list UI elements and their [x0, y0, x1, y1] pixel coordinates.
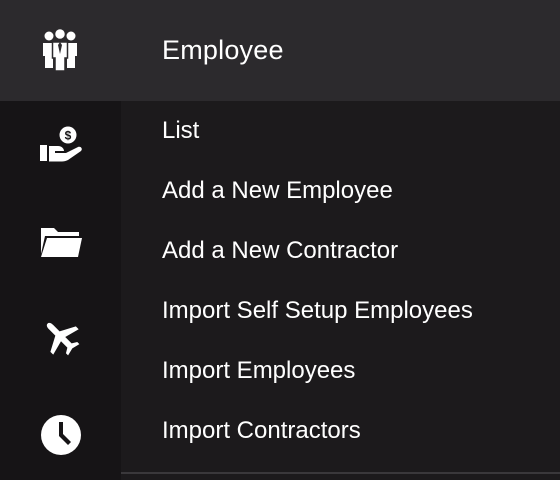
submenu-item-import-contractors[interactable]: Import Contractors — [162, 415, 361, 447]
submenu-item-import-employees[interactable]: Import Employees — [162, 355, 355, 387]
rail-item-documents[interactable] — [0, 212, 121, 272]
submenu-item-add-new-employee[interactable]: Add a New Employee — [162, 175, 393, 207]
submenu-item-add-new-contractor[interactable]: Add a New Contractor — [162, 235, 398, 267]
submenu-item-import-self-setup-employees[interactable]: Import Self Setup Employees — [162, 295, 473, 327]
submenu-divider — [121, 472, 560, 474]
header-title: Employee — [162, 35, 284, 65]
rail-item-timesheets[interactable] — [0, 405, 121, 465]
airplane-icon — [40, 316, 82, 358]
employee-submenu: List Add a New Employee Add a New Contra… — [121, 101, 560, 480]
folder-icon — [39, 224, 83, 260]
navigation-menu: Employee $ List Add a New Employee Add a… — [0, 0, 560, 480]
menu-header-employee[interactable]: Employee — [0, 0, 560, 101]
hand-money-icon: $ — [38, 125, 84, 165]
submenu-item-list[interactable]: List — [162, 115, 199, 147]
clock-icon — [40, 414, 82, 456]
rail-item-time-off[interactable] — [0, 307, 121, 367]
rail-item-payroll[interactable]: $ — [0, 115, 121, 175]
icon-rail: $ — [0, 101, 121, 480]
svg-text:$: $ — [64, 129, 71, 143]
people-group-icon — [40, 27, 80, 72]
